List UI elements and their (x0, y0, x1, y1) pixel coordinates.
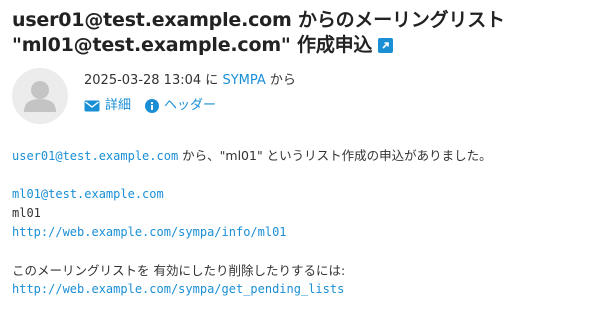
meta-kara: から (269, 73, 296, 88)
sender-link[interactable]: SYMPA (222, 73, 265, 88)
message-subject: user01@test.example.com からのメーリングリスト "ml0… (12, 8, 582, 58)
message-body: user01@test.example.com から、"ml01" というリスト… (12, 146, 582, 299)
envelope-icon (84, 100, 100, 112)
headers-button[interactable]: ヘッダー (145, 97, 216, 115)
meta-ni: に (205, 73, 219, 88)
message-meta: 2025-03-28 13:04 に SYMPA から (84, 72, 296, 90)
external-link-icon[interactable] (378, 38, 394, 53)
list-email-link[interactable]: ml01@test.example.com (12, 187, 164, 201)
details-button[interactable]: 詳細 (84, 97, 131, 115)
body-action-text: このメーリングリストを 有効にしたり削除したりするには: (12, 263, 346, 278)
body-info-url-row: http://web.example.com/sympa/info/ml01 (12, 223, 582, 242)
info-icon (145, 99, 160, 113)
message-date: 2025-03-28 13:04 (84, 73, 202, 88)
headers-label: ヘッダー (164, 98, 217, 113)
info-url-link[interactable]: http://web.example.com/sympa/info/ml01 (12, 225, 287, 239)
body-pending-url-row: http://web.example.com/sympa/get_pending… (12, 280, 582, 299)
user-avatar-icon (24, 81, 56, 112)
subject-line-2: "ml01@test.example.com" 作成申込 (12, 33, 582, 58)
message-view: user01@test.example.com からのメーリングリスト "ml0… (0, 0, 592, 329)
details-label: 詳細 (105, 98, 132, 113)
body-list-name: ml01 (12, 206, 41, 220)
pending-url-link[interactable]: http://web.example.com/sympa/get_pending… (12, 282, 344, 296)
message-actions: 詳細 ヘッダー (84, 97, 216, 115)
sender-avatar (12, 68, 68, 124)
intro-text: から、"ml01" というリスト作成の申込がありました。 (178, 148, 492, 163)
body-list-email-row: ml01@test.example.com (12, 185, 582, 204)
intro-email-link[interactable]: user01@test.example.com (12, 149, 178, 163)
subject-line-2-text: "ml01@test.example.com" 作成申込 (12, 34, 373, 56)
subject-line-1: user01@test.example.com からのメーリングリスト (12, 9, 505, 31)
body-intro: user01@test.example.com から、"ml01" というリスト… (12, 146, 582, 166)
